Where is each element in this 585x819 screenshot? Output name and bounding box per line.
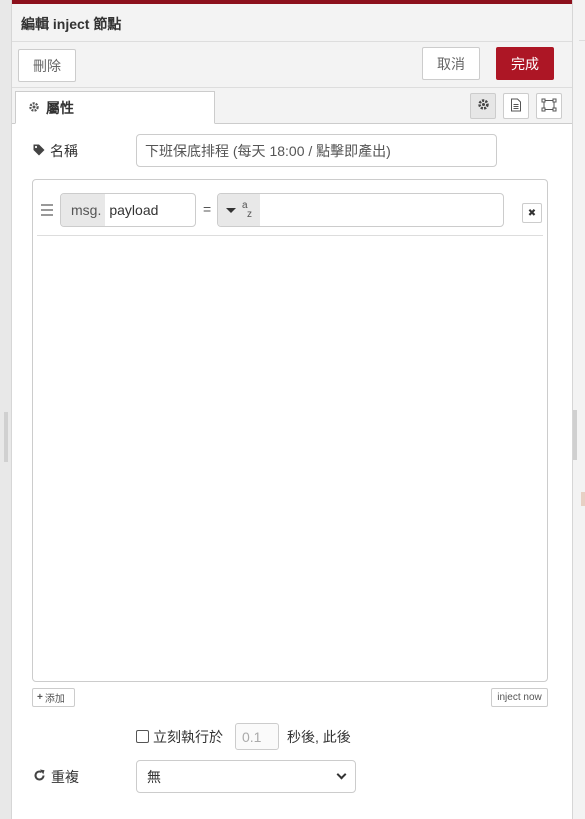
- close-icon: ✖: [527, 207, 537, 219]
- repeat-select[interactable]: 無: [136, 760, 356, 793]
- inject-once-label: 立刻執行於: [153, 728, 223, 745]
- once-delay-input[interactable]: 0.1: [235, 723, 279, 750]
- edit-dialog: 編輯 inject 節點 刪除 取消 完成 屬性 名稱 下班保底排程 (每天 1…: [12, 4, 572, 819]
- properties-form: 名稱 下班保底排程 (每天 18:00 / 點擊即產出) msg. payloa…: [12, 124, 572, 804]
- property-field[interactable]: payload: [105, 194, 162, 226]
- done-button[interactable]: 完成: [496, 47, 554, 80]
- repeat-label: 重複: [51, 769, 79, 785]
- tag-icon: [33, 143, 45, 159]
- add-property-button[interactable]: + 添加: [32, 688, 75, 707]
- type-select-button[interactable]: a z: [218, 194, 260, 226]
- name-label: 名稱: [50, 143, 78, 159]
- sidebar-edge-right: [572, 0, 585, 819]
- drag-handle-icon[interactable]: [41, 204, 53, 219]
- workspace-edge-left: [0, 0, 12, 819]
- inject-once-checkbox[interactable]: [136, 730, 149, 743]
- resize-handle-right[interactable]: [573, 410, 577, 460]
- gear-icon: [477, 98, 490, 114]
- property-value-input[interactable]: a z: [217, 193, 504, 227]
- document-icon: [510, 98, 522, 115]
- property-row: msg. payload = a z ✖: [37, 184, 543, 236]
- gear-icon: [28, 100, 40, 116]
- tabs-bar: 屬性: [12, 88, 572, 124]
- sidebar-marker: [581, 492, 585, 506]
- add-label: 添加: [44, 694, 65, 705]
- remove-property-button[interactable]: ✖: [522, 203, 542, 223]
- dialog-toolbar: 刪除 取消 完成: [12, 42, 572, 88]
- frame-icon: [541, 98, 557, 115]
- cancel-button[interactable]: 取消: [422, 47, 480, 80]
- repeat-row-label: 重複: [33, 767, 79, 787]
- name-input[interactable]: 下班保底排程 (每天 18:00 / 點擊即產出): [136, 134, 497, 167]
- resize-handle-left[interactable]: [4, 412, 8, 462]
- tab-settings[interactable]: [470, 93, 496, 119]
- property-list: msg. payload = a z ✖: [32, 179, 548, 682]
- caret-down-icon: [226, 207, 236, 213]
- once-after-label: 秒後, 此後: [287, 728, 351, 745]
- tab-properties-label: 屬性: [46, 99, 74, 116]
- delete-button[interactable]: 刪除: [18, 49, 76, 82]
- property-name-input[interactable]: msg. payload: [60, 193, 196, 227]
- msg-prefix: msg.: [61, 194, 106, 226]
- plus-icon: +: [37, 692, 43, 703]
- inject-now-button[interactable]: inject now: [491, 688, 548, 707]
- string-type-icon: a z: [242, 200, 252, 220]
- tab-properties[interactable]: 屬性: [15, 91, 215, 124]
- sidebar-divider: [579, 40, 585, 41]
- inject-once-row: 立刻執行於 0.1 秒後, 此後: [136, 723, 351, 750]
- tab-appearance[interactable]: [536, 93, 562, 119]
- tab-description[interactable]: [503, 93, 529, 119]
- equals-sign: =: [203, 201, 212, 217]
- repeat-value: 無: [147, 768, 161, 785]
- chevron-down-icon: [336, 769, 347, 780]
- dialog-title: 編輯 inject 節點: [12, 4, 572, 42]
- name-row-label: 名稱: [33, 141, 78, 161]
- refresh-icon: [33, 769, 46, 785]
